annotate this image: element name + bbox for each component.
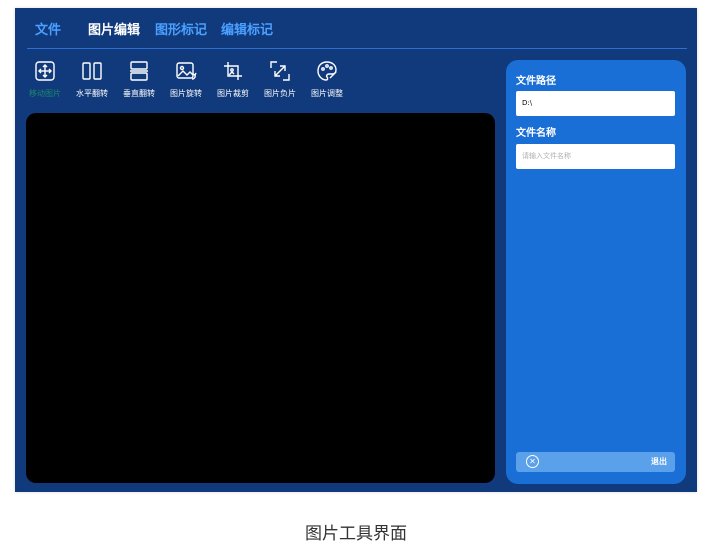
tool-crop-image[interactable]: 图片裁剪	[210, 60, 256, 108]
tool-negative-image[interactable]: 图片负片	[257, 60, 303, 108]
tool-label: 水平翻转	[76, 89, 108, 98]
flip-horizontal-icon	[82, 62, 102, 80]
name-label: 文件名称	[516, 128, 556, 139]
rotate-image-icon	[176, 62, 197, 80]
tool-label: 移动图片	[29, 89, 61, 98]
path-label: 文件路径	[516, 76, 556, 87]
menu-file[interactable]: 文件	[35, 22, 61, 40]
palette-icon	[317, 61, 337, 81]
tool-label: 图片裁剪	[217, 89, 249, 98]
move-icon	[35, 61, 55, 81]
path-value: D:\	[522, 99, 533, 107]
menu-edit-mark[interactable]: 编辑标记	[221, 22, 273, 40]
flip-vertical-icon	[130, 61, 148, 81]
tool-flip-vertical[interactable]: 垂直翻转	[116, 60, 162, 108]
tool-rotate-image[interactable]: 图片旋转	[163, 60, 209, 108]
crop-image-icon	[224, 62, 242, 80]
tool-label: 垂直翻转	[123, 89, 155, 98]
negative-image-icon	[270, 61, 290, 81]
file-name-input[interactable]	[516, 144, 675, 169]
image-canvas[interactable]	[26, 113, 495, 483]
tool-move-image[interactable]: 移动图片	[22, 60, 68, 108]
figure-caption: 图片工具界面	[305, 524, 407, 544]
menu-divider	[27, 48, 687, 49]
close-circle-icon: ✕	[526, 455, 539, 468]
exit-button[interactable]: ✕ 退出	[516, 452, 675, 472]
tool-adjust-image[interactable]: 图片调整	[304, 60, 350, 108]
menu-shape-mark[interactable]: 图形标记	[155, 22, 207, 40]
app-window: 文件 图片编辑 图形标记 编辑标记 移动图片 水平翻转 垂直翻转 图片旋转 图片…	[15, 8, 697, 492]
menu-bar: 文件 图片编辑 图形标记 编辑标记	[15, 8, 697, 48]
exit-label: 退出	[651, 457, 667, 466]
tool-flip-horizontal[interactable]: 水平翻转	[69, 60, 115, 108]
file-panel: 文件路径 D:\ 文件名称 ✕ 退出	[506, 60, 686, 484]
tool-label: 图片负片	[264, 89, 296, 98]
menu-image-edit[interactable]: 图片编辑	[88, 22, 140, 40]
tool-label: 图片调整	[311, 89, 343, 98]
path-field[interactable]: D:\	[516, 91, 675, 116]
tool-label: 图片旋转	[170, 89, 202, 98]
